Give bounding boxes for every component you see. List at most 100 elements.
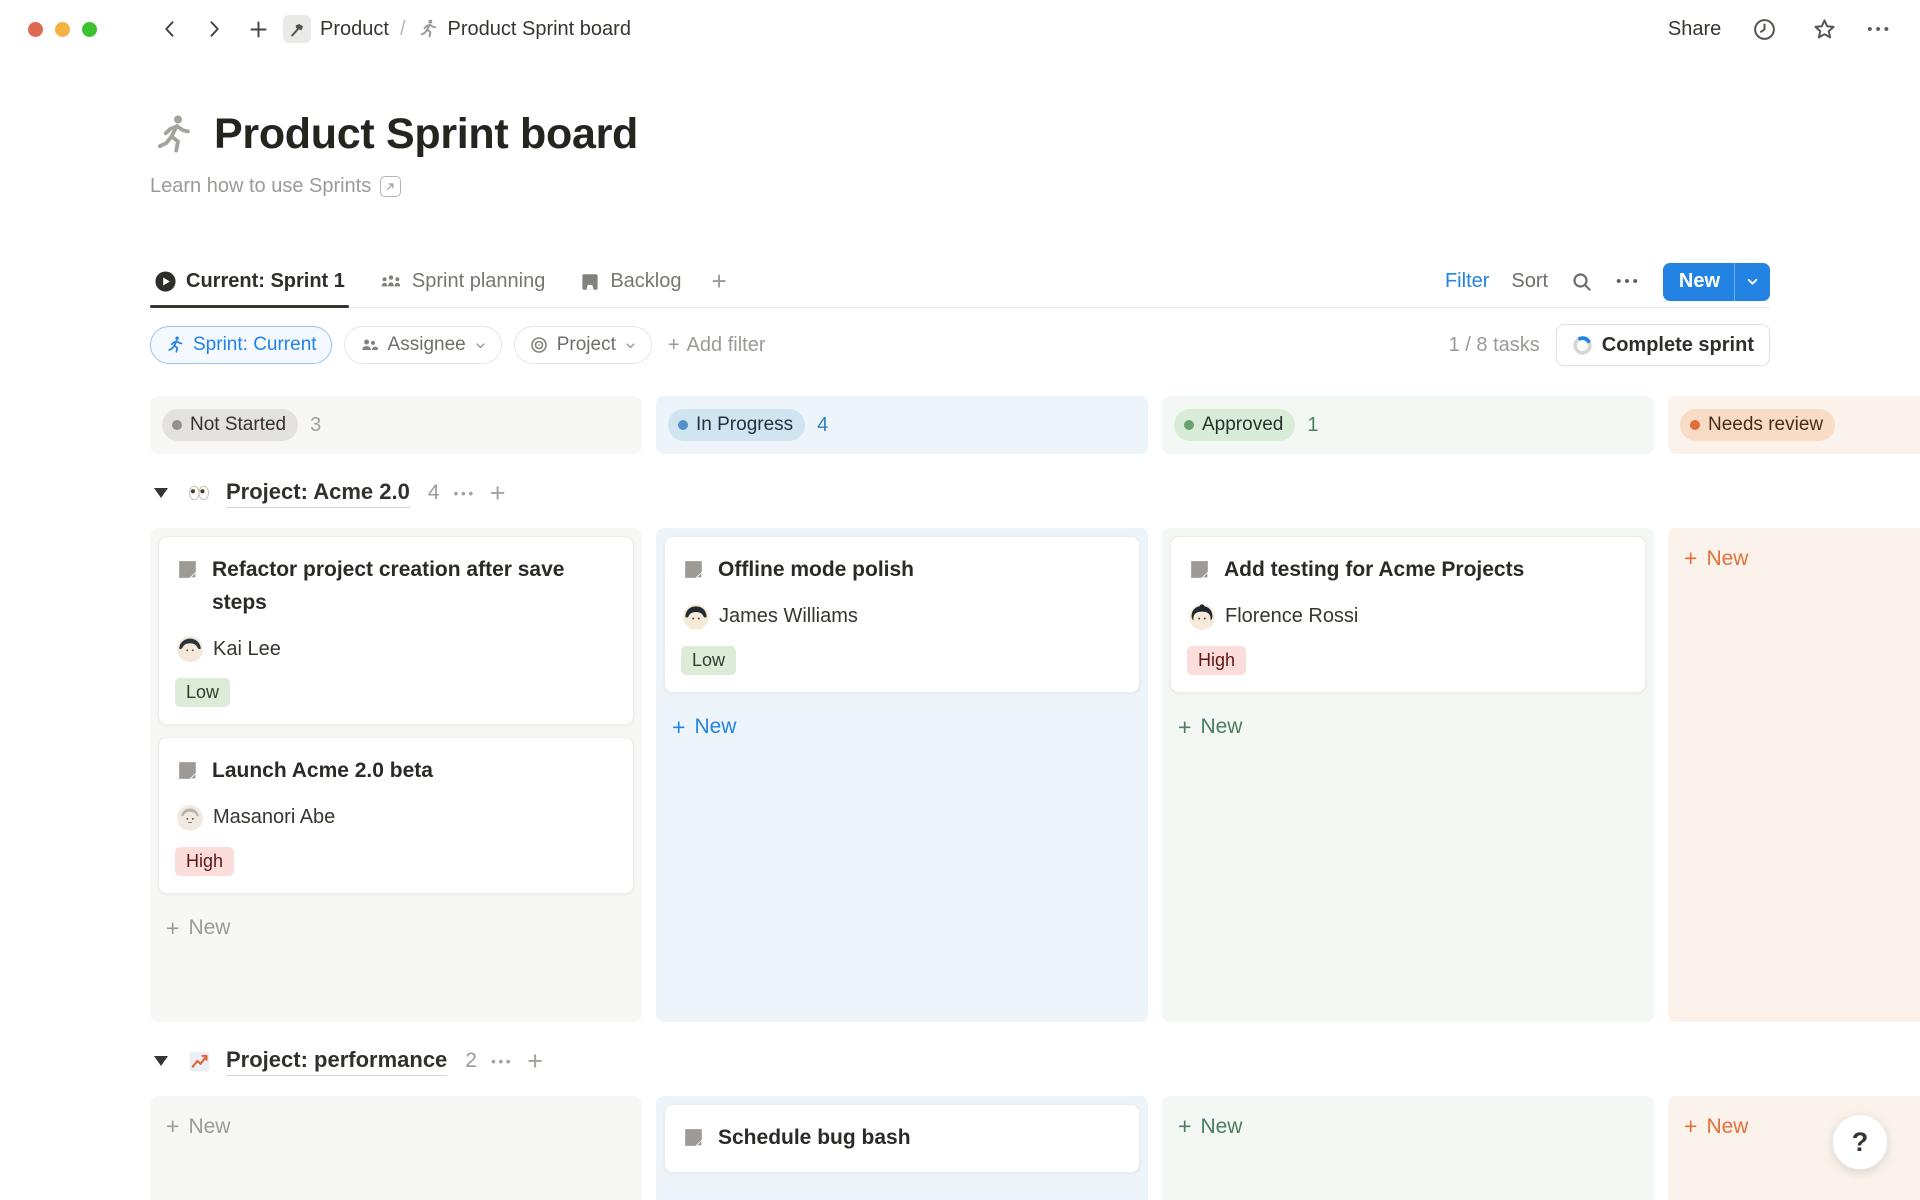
- plus-icon: +: [1684, 545, 1697, 572]
- new-card-button-not-started[interactable]: + New: [158, 1104, 634, 1149]
- collapse-triangle-icon[interactable]: [150, 488, 172, 498]
- chevron-down-icon: [624, 339, 637, 352]
- people-icon: [359, 335, 380, 356]
- column-header-needs-review[interactable]: Needs review: [1668, 396, 1920, 454]
- zoom-window-button[interactable]: [82, 22, 97, 37]
- complete-sprint-button[interactable]: Complete sprint: [1556, 324, 1770, 366]
- new-card-button-needs-review[interactable]: + New: [1676, 536, 1920, 581]
- new-card-label: New: [1706, 1115, 1748, 1139]
- add-filter-label: Add filter: [687, 334, 766, 357]
- column-label: Needs review: [1708, 414, 1823, 436]
- search-icon[interactable]: [1570, 270, 1594, 294]
- group-title[interactable]: Project: performance: [226, 1047, 447, 1076]
- forward-icon[interactable]: [197, 12, 231, 46]
- page-runner-icon[interactable]: [150, 112, 196, 158]
- plus-icon: +: [668, 334, 680, 357]
- column-header-in-progress[interactable]: In Progress 4: [656, 396, 1148, 454]
- column-header-approved[interactable]: Approved 1: [1162, 396, 1654, 454]
- updates-clock-icon[interactable]: [1747, 12, 1781, 46]
- sidebar-menu-icon[interactable]: [119, 12, 153, 46]
- runner-icon: [417, 18, 439, 40]
- back-icon[interactable]: [153, 12, 187, 46]
- new-task-button[interactable]: New: [1663, 263, 1770, 301]
- group-options-icon[interactable]: •••: [491, 1053, 513, 1069]
- card-title: Schedule bug bash: [718, 1122, 911, 1155]
- help-link[interactable]: Learn how to use Sprints: [150, 175, 1770, 198]
- tab-sprint-planning[interactable]: Sprint planning: [375, 256, 549, 307]
- new-card-label: New: [188, 916, 230, 940]
- new-card-button-approved[interactable]: + New: [1170, 705, 1646, 750]
- share-button[interactable]: Share: [1668, 18, 1721, 41]
- column-label: In Progress: [696, 414, 793, 436]
- close-window-button[interactable]: [28, 22, 43, 37]
- help-button[interactable]: ?: [1832, 1114, 1888, 1170]
- page-header: Product Sprint board Learn how to use Sp…: [150, 110, 1770, 198]
- column-header-not-started[interactable]: Not Started 3: [150, 396, 642, 454]
- task-progress-counter: 1 / 8 tasks: [1449, 334, 1540, 357]
- chevron-down-icon[interactable]: [1735, 274, 1770, 289]
- board-cell-approved: + New: [1162, 1096, 1654, 1200]
- sprint-filter-pill[interactable]: Sprint: Current: [150, 326, 332, 364]
- sort-toggle[interactable]: Sort: [1511, 270, 1548, 293]
- add-filter-button[interactable]: + Add filter: [668, 334, 766, 357]
- assignee-name: James Williams: [719, 605, 858, 628]
- new-card-button-approved[interactable]: + New: [1170, 1104, 1646, 1149]
- status-dot: [1690, 420, 1700, 430]
- add-view-icon[interactable]: +: [712, 266, 727, 297]
- task-card[interactable]: Launch Acme 2.0 beta Masanori Abe High: [158, 737, 634, 894]
- column-label: Not Started: [190, 414, 286, 436]
- card-title: Offline mode polish: [718, 554, 914, 587]
- minimize-window-button[interactable]: [55, 22, 70, 37]
- page-icon: [175, 557, 200, 582]
- project-filter-label: Project: [557, 334, 616, 356]
- group-count: 4: [428, 481, 440, 505]
- page-icon: [681, 557, 706, 582]
- more-options-icon[interactable]: •••: [1867, 21, 1892, 38]
- group-header-acme: Project: Acme 2.0 4 ••• +: [150, 470, 1920, 516]
- priority-tag: Low: [175, 678, 230, 707]
- group-add-icon[interactable]: +: [527, 1046, 543, 1077]
- view-options-icon[interactable]: •••: [1616, 273, 1641, 290]
- filter-toggle[interactable]: Filter: [1445, 270, 1489, 293]
- complete-sprint-label: Complete sprint: [1602, 334, 1754, 357]
- group-options-icon[interactable]: •••: [454, 485, 476, 501]
- breadcrumb-separator: /: [400, 18, 406, 41]
- task-card[interactable]: Schedule bug bash: [664, 1104, 1140, 1173]
- board-cell-in-progress: Offline mode polish James Williams Low +…: [656, 528, 1148, 1022]
- tab-current-sprint[interactable]: Current: Sprint 1: [150, 256, 349, 307]
- board-cell-in-progress: Schedule bug bash: [656, 1096, 1148, 1200]
- collapse-triangle-icon[interactable]: [150, 1056, 172, 1066]
- group-add-icon[interactable]: +: [490, 478, 506, 509]
- group-title[interactable]: Project: Acme 2.0: [226, 479, 410, 508]
- group-count: 2: [465, 1049, 477, 1073]
- priority-tag: High: [175, 847, 234, 876]
- chart-up-emoji-icon: [186, 1048, 212, 1074]
- tab-backlog[interactable]: Backlog: [575, 256, 685, 307]
- task-card[interactable]: Add testing for Acme Projects Florence R…: [1170, 536, 1646, 693]
- board-cell-needs-review: + New: [1668, 528, 1920, 1022]
- runner-icon: [165, 335, 185, 355]
- new-card-label: New: [188, 1115, 230, 1139]
- new-card-label: New: [1706, 547, 1748, 571]
- assignee-name: Kai Lee: [213, 638, 281, 661]
- new-page-icon[interactable]: [241, 12, 275, 46]
- page-icon: [175, 758, 200, 783]
- project-filter-pill[interactable]: Project: [514, 326, 652, 364]
- new-card-button-not-started[interactable]: + New: [158, 906, 634, 951]
- favorite-star-icon[interactable]: [1807, 12, 1841, 46]
- priority-tag: Low: [681, 646, 736, 675]
- breadcrumb-teamspace[interactable]: Product: [320, 18, 389, 41]
- board-cell-not-started: + New: [150, 1096, 642, 1200]
- breadcrumb-page[interactable]: Product Sprint board: [448, 18, 631, 41]
- plus-icon: +: [166, 1113, 179, 1140]
- new-card-button-in-progress[interactable]: + New: [664, 705, 1140, 750]
- assignee-filter-pill[interactable]: Assignee: [344, 326, 502, 364]
- assignee-filter-label: Assignee: [388, 334, 466, 356]
- card-title: Refactor project creation after save ste…: [212, 554, 617, 619]
- task-card[interactable]: Offline mode polish James Williams Low: [664, 536, 1140, 693]
- new-task-label: New: [1663, 270, 1734, 293]
- status-pill-needs-review: Needs review: [1680, 409, 1835, 441]
- avatar-florence-rossi: [1189, 604, 1215, 630]
- task-card[interactable]: Refactor project creation after save ste…: [158, 536, 634, 725]
- page-icon: [1187, 557, 1212, 582]
